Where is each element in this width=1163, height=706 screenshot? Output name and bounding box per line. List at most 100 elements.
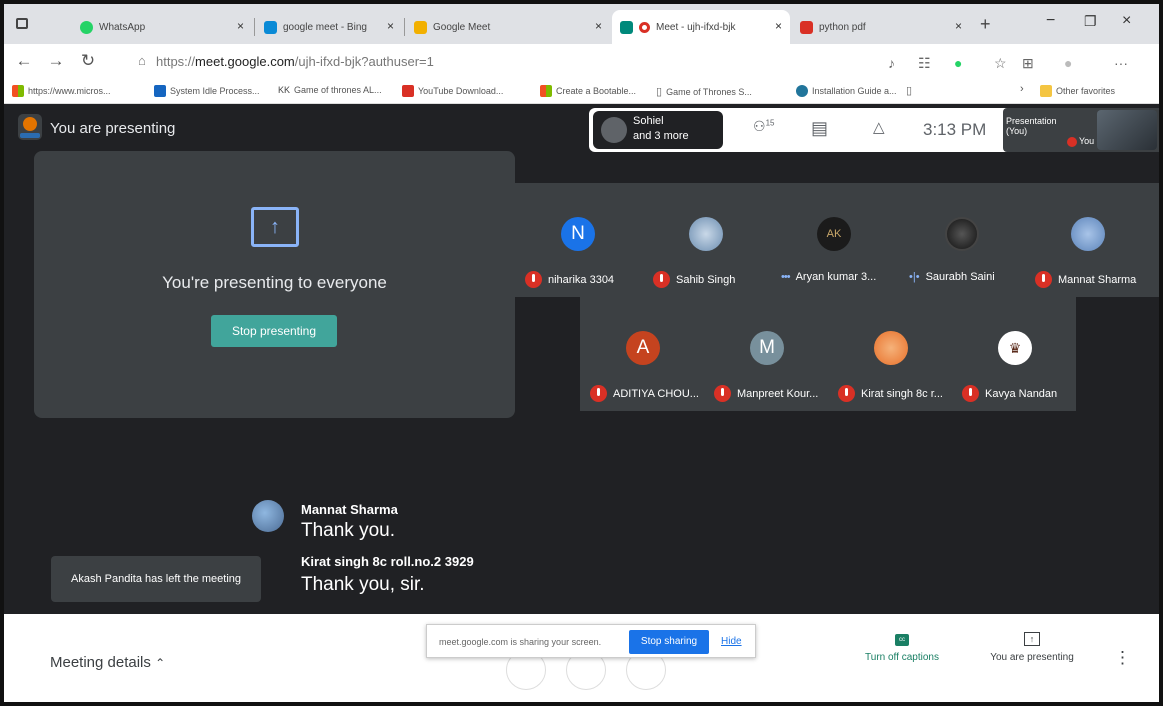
- new-tab-button[interactable]: +: [980, 14, 991, 35]
- tab-bing[interactable]: google meet - Bing ×: [256, 10, 402, 44]
- menu-icon[interactable]: ···: [1114, 55, 1128, 71]
- tab-search-icon[interactable]: ☷: [918, 55, 931, 72]
- participants-row-1: N niharika 3304 Sahib Singh AK ••• Aryan …: [515, 183, 1159, 297]
- bookmark-item[interactable]: Installation Guide a...: [796, 85, 897, 97]
- people-line2: and 3 more: [633, 130, 689, 142]
- bookmark-label: Game of Thrones S...: [666, 86, 752, 97]
- close-tab-icon[interactable]: ×: [775, 19, 782, 33]
- presenting-message: You're presenting to everyone: [162, 273, 387, 292]
- participant-name: niharika 3304: [548, 273, 615, 286]
- other-favorites[interactable]: Other favorites: [1040, 85, 1115, 97]
- tab-whatsapp[interactable]: WhatsApp ×: [72, 10, 252, 44]
- url-field[interactable]: https://meet.google.com/ujh-ifxd-bjk?aut…: [156, 54, 434, 69]
- google-meet-icon: [414, 20, 427, 34]
- group-avatar: [601, 117, 627, 143]
- mic-off-icon: [838, 385, 855, 402]
- avatar: ♛: [998, 331, 1032, 365]
- clock: 3:13 PM: [923, 120, 987, 139]
- participant-tile[interactable]: A ADITIYA CHOU...: [580, 297, 704, 411]
- microsoft-icon: [540, 85, 552, 97]
- microphone-icon[interactable]: ♪: [888, 55, 895, 71]
- closed-captions-icon: cc: [895, 634, 909, 646]
- stop-sharing-button[interactable]: Stop sharing: [629, 630, 709, 654]
- back-icon[interactable]: ←: [12, 51, 36, 71]
- whatsapp-icon: [80, 20, 93, 34]
- lock-icon[interactable]: ⌂: [138, 53, 146, 68]
- more-options-icon[interactable]: ⋮: [1114, 648, 1131, 668]
- stop-presenting-button[interactable]: Stop presenting: [211, 315, 337, 347]
- participant-tile[interactable]: N niharika 3304: [515, 183, 639, 297]
- tab-title: python pdf: [819, 21, 866, 33]
- activities-icon[interactable]: △: [873, 118, 885, 136]
- caption-speaker-avatar: [252, 500, 284, 532]
- tab-python-pdf[interactable]: python pdf ×: [792, 10, 970, 44]
- page-icon: [154, 85, 166, 97]
- bookmark-label: Other favorites: [1056, 86, 1116, 96]
- meeting-details-button[interactable]: Meeting details ⌃: [50, 654, 165, 671]
- close-tab-icon[interactable]: ×: [387, 19, 394, 33]
- self-name: You: [1067, 136, 1094, 147]
- bookmark-item[interactable]: KK Game of thrones AL...: [278, 85, 382, 95]
- address-bar: ← → ↻ ⌂ https://meet.google.com/ujh-ifxd…: [4, 44, 1159, 78]
- minimize-icon[interactable]: −: [1046, 12, 1055, 30]
- captions-button[interactable]: cc Turn off captions: [854, 634, 950, 663]
- favorites-star-icon[interactable]: ☆: [994, 55, 1007, 72]
- restore-icon[interactable]: ❐: [1084, 13, 1097, 30]
- bookmark-item[interactable]: https://www.micros...: [12, 85, 111, 97]
- avatar: [689, 217, 723, 251]
- bookmark-item[interactable]: ▯ Game of Thrones S...: [656, 85, 752, 98]
- share-message: meet.google.com is sharing your screen.: [439, 637, 602, 647]
- meeting-details-label: Meeting details: [50, 654, 151, 671]
- self-preview-tile[interactable]: Presentation (You) You: [1003, 108, 1159, 152]
- hide-link[interactable]: Hide: [721, 636, 742, 647]
- participant-name: Kavya Nandan: [985, 387, 1058, 400]
- people-icon[interactable]: ⚇15: [753, 118, 774, 135]
- bookmarks-bar: https://www.micros... System Idle Proces…: [4, 78, 1159, 104]
- bookmark-label: https://www.micros...: [28, 86, 111, 96]
- bookmark-item[interactable]: Create a Bootable...: [540, 85, 636, 97]
- participant-name: Mannat Sharma: [1058, 273, 1137, 286]
- close-window-icon[interactable]: ×: [1122, 12, 1131, 30]
- avatar: M: [750, 331, 784, 365]
- participant-tile[interactable]: Sahib Singh: [643, 183, 767, 297]
- extension-icon[interactable]: ●: [954, 55, 962, 71]
- more-dots-icon: •••: [781, 271, 791, 283]
- participant-name: Saurabh Saini: [925, 271, 995, 283]
- bookmark-item[interactable]: System Idle Process...: [154, 85, 260, 97]
- close-tab-icon[interactable]: ×: [595, 19, 602, 33]
- tab-meet-active[interactable]: Meet - ujh-ifxd-bjk ×: [612, 10, 790, 44]
- presenting-banner: You are presenting: [50, 120, 176, 137]
- participant-tile[interactable]: M Manpreet Kour...: [704, 297, 828, 411]
- mic-off-icon: [653, 271, 670, 288]
- present-button[interactable]: ↑ You are presenting: [977, 632, 1087, 663]
- bookmark-item[interactable]: YouTube Download...: [402, 85, 503, 97]
- people-summary[interactable]: Sohiel and 3 more: [593, 111, 723, 149]
- participant-tile[interactable]: •|• Saurabh Saini: [899, 183, 1023, 297]
- close-tab-icon[interactable]: ×: [237, 19, 244, 33]
- collections-icon[interactable]: ⊞: [1022, 55, 1034, 72]
- tab-google-meet[interactable]: Google Meet ×: [406, 10, 610, 44]
- forward-icon[interactable]: →: [44, 51, 68, 71]
- tab-title: Google Meet: [433, 21, 491, 33]
- participant-tile[interactable]: AK ••• Aryan kumar 3...: [771, 183, 895, 297]
- refresh-icon[interactable]: ↻: [76, 51, 100, 71]
- meeting-logo-icon: [18, 114, 42, 140]
- youtube-icon: [402, 85, 414, 97]
- caption-text: Thank you, sir.: [301, 574, 425, 595]
- participant-tile[interactable]: ♛ Kavya Nandan: [952, 297, 1076, 411]
- url-path: /ujh-ifxd-bjk?authuser=1: [294, 54, 434, 69]
- presenting-tile: ↑ You're presenting to everyone Stop pre…: [34, 151, 515, 418]
- participant-name: Sahib Singh: [676, 273, 736, 286]
- avatar: [874, 331, 908, 365]
- profile-avatar[interactable]: ●: [1064, 55, 1072, 71]
- meet-stage: You are presenting Sohiel and 3 more ⚇15…: [4, 104, 1159, 614]
- participant-tile[interactable]: Mannat Sharma: [1025, 183, 1149, 297]
- avatar: [1071, 217, 1105, 251]
- tab-actions-icon[interactable]: [16, 18, 28, 29]
- participant-tile[interactable]: Kirat singh 8c r...: [828, 297, 952, 411]
- chevron-right-icon[interactable]: ›: [1020, 83, 1024, 95]
- chat-icon[interactable]: ▤: [811, 118, 828, 139]
- recording-icon: [639, 21, 650, 33]
- close-tab-icon[interactable]: ×: [955, 19, 962, 33]
- caption-speaker: Kirat singh 8c roll.no.2 3929: [301, 554, 474, 569]
